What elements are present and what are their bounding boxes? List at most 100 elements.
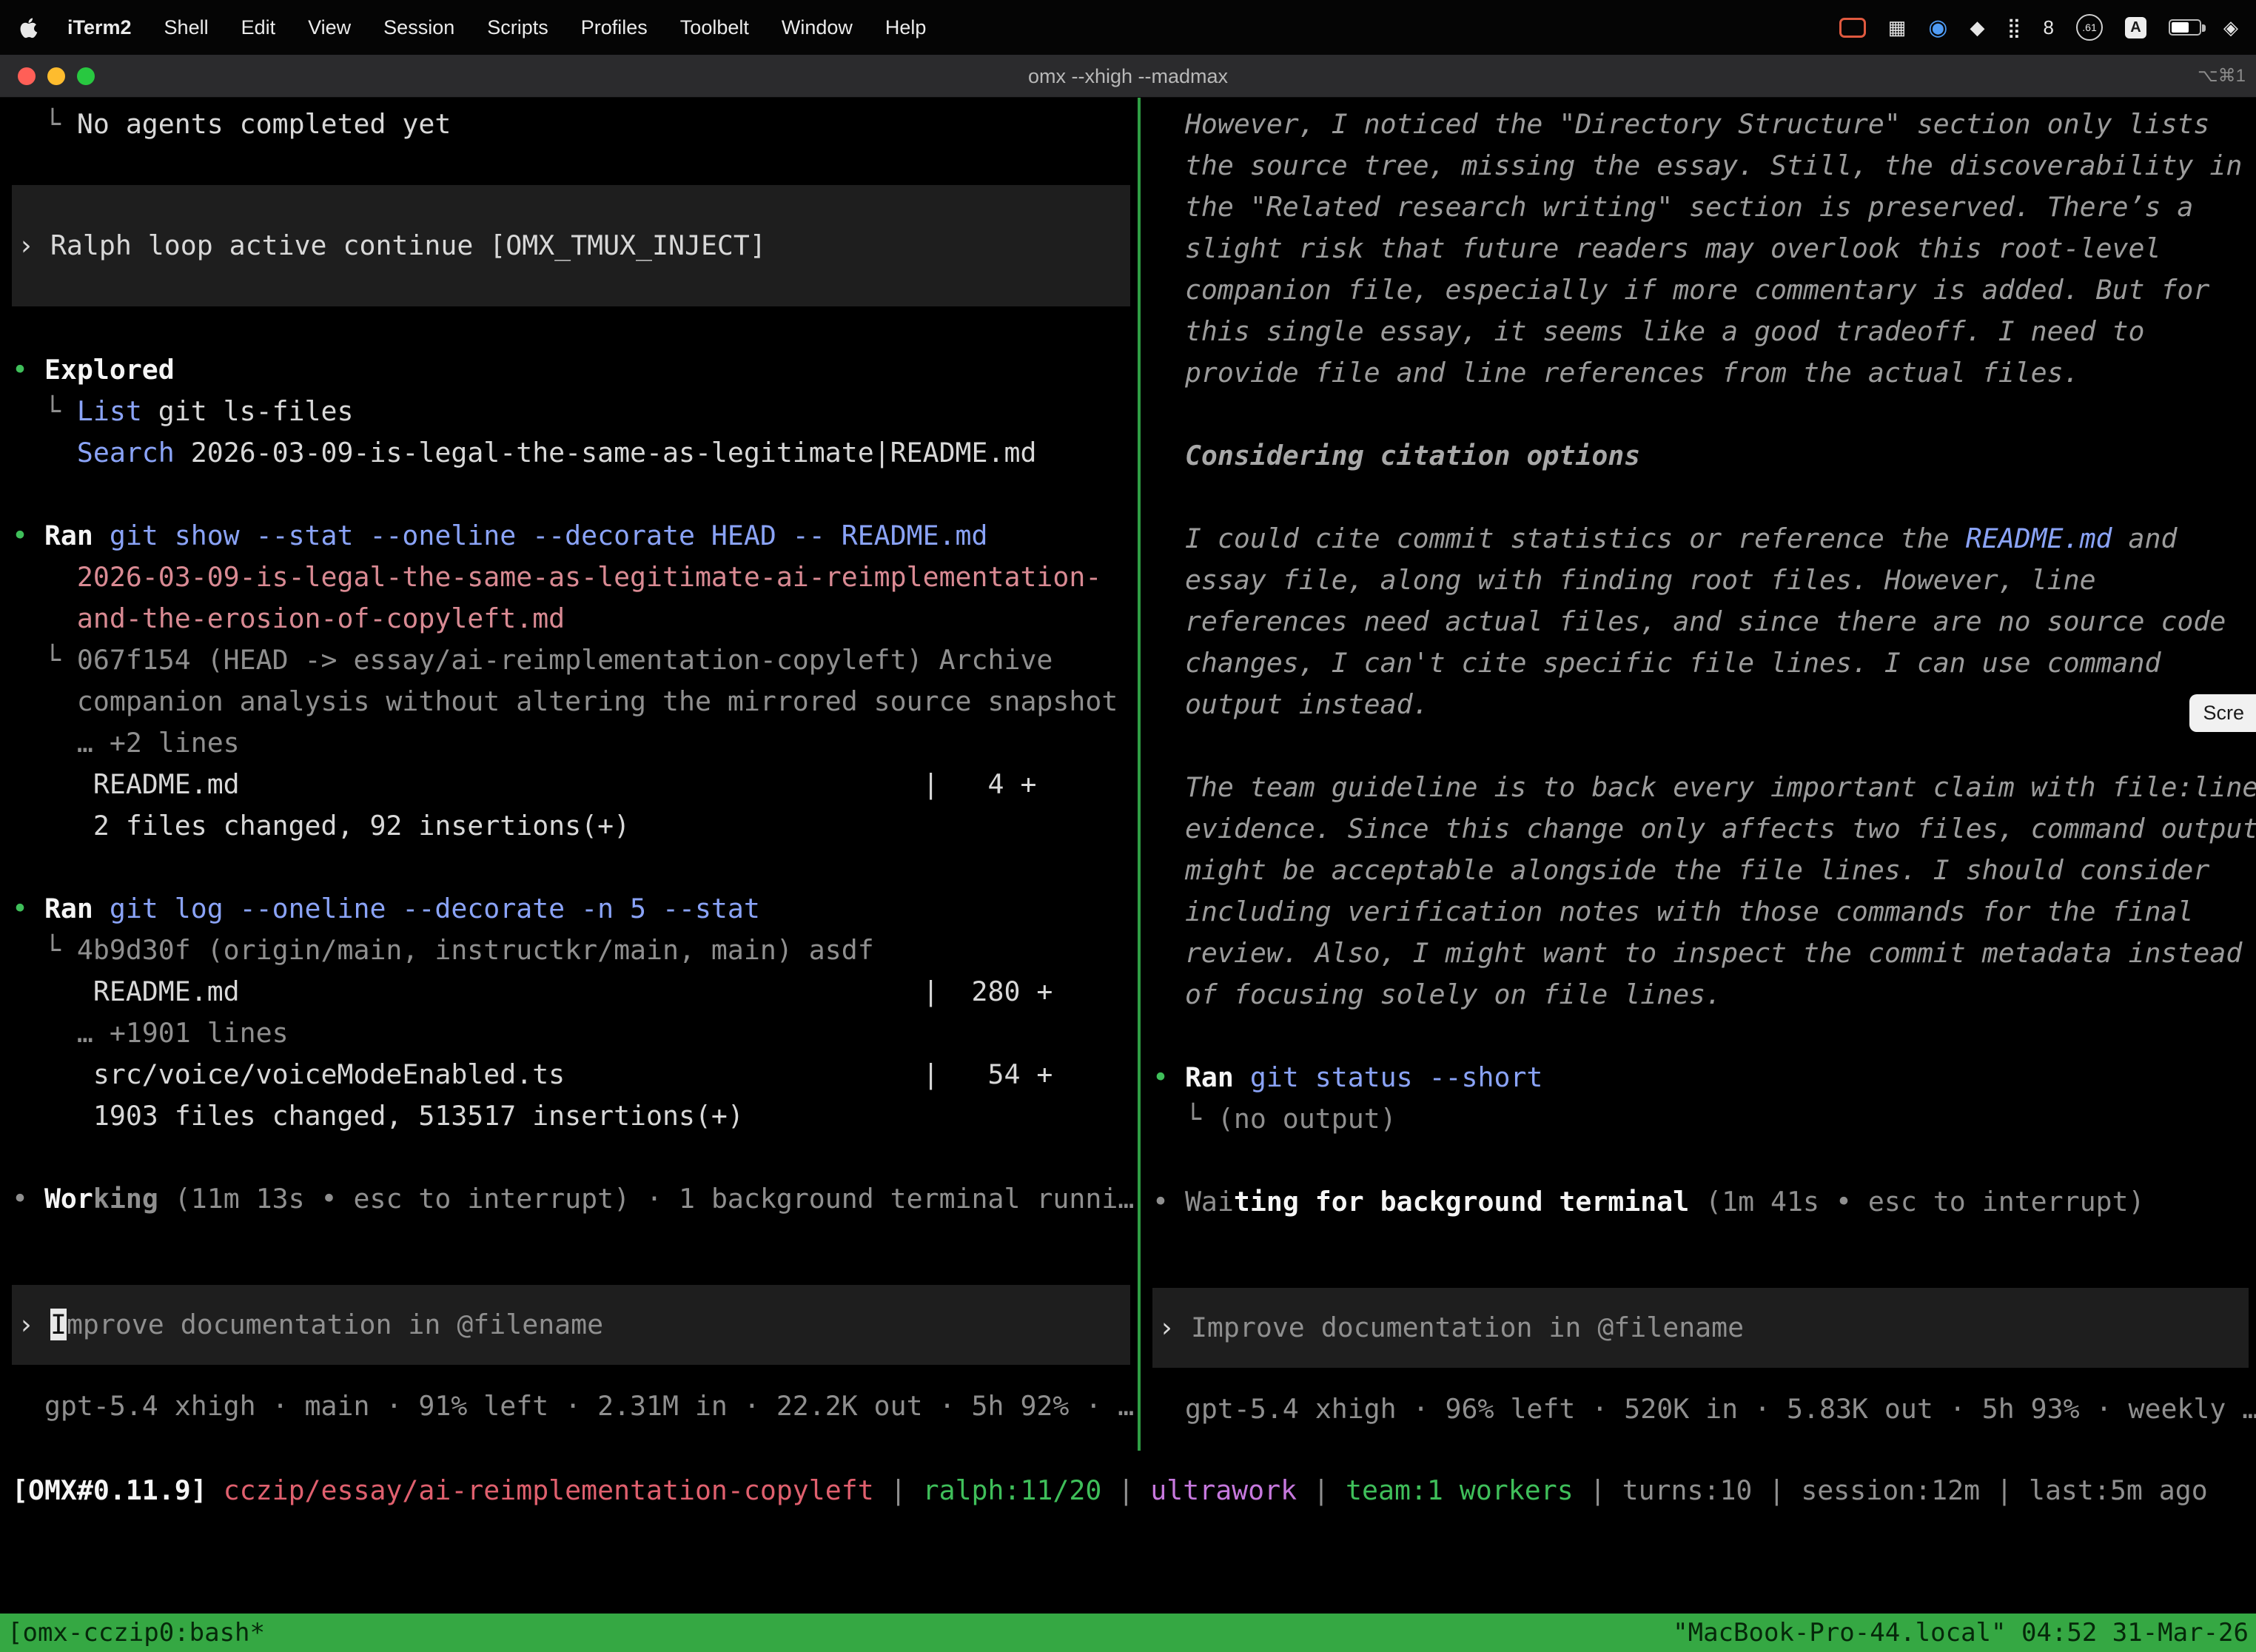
left-terminal-pane[interactable]: └ No agents completed yet › Ralph loop ac… <box>0 98 1138 1427</box>
terminal-line: 2026-03-09-is-legal-the-same-as-legitima… <box>0 557 1138 598</box>
terminal-line: └ (no output) <box>1141 1098 2256 1140</box>
menu-item-help[interactable]: Help <box>885 16 927 39</box>
battery-icon[interactable] <box>2169 19 2201 36</box>
close-window-button[interactable] <box>18 67 36 85</box>
terminal-line: › Ralph loop active continue [OMX_TMUX_I… <box>12 225 766 266</box>
terminal-line: companion file, especially if more comme… <box>1141 269 2256 311</box>
text-segment: essay file, along with finding root file… <box>1152 564 2096 596</box>
terminal-line: 2 files changed, 92 insertions(+) <box>0 805 1138 847</box>
menu-item-view[interactable]: View <box>308 16 351 39</box>
text-segment: No agents completed yet <box>77 108 451 140</box>
terminal-line: README.md | 280 + <box>0 971 1138 1013</box>
command-input[interactable]: › Improve documentation in @filename <box>12 1285 1130 1365</box>
dots-grid-icon[interactable]: ⣿ <box>2007 16 2021 39</box>
menu-item-scripts[interactable]: Scripts <box>487 16 548 39</box>
blank-line <box>1141 725 2256 767</box>
input-source-icon[interactable]: A <box>2125 17 2146 38</box>
blank-line <box>1141 394 2256 435</box>
text-segment: • <box>1152 1186 1185 1218</box>
text-segment: List <box>77 395 142 427</box>
text-segment: ultrawork <box>1150 1474 1297 1506</box>
text-segment: 4b9d30f (origin/main, instructkr/main, m… <box>77 934 874 966</box>
text-segment: … +2 lines <box>12 727 240 759</box>
menu-item-session[interactable]: Session <box>383 16 454 39</box>
screen-overlay-tab[interactable]: Scre <box>2189 694 2256 732</box>
terminal-line: evidence. Since this change only affects… <box>1141 808 2256 850</box>
terminal-line: • Working (11m 13s • esc to interrupt) ·… <box>0 1178 1138 1220</box>
text-segment: › <box>18 229 50 261</box>
keyboard-layout-icon[interactable]: 8 <box>2044 16 2054 39</box>
text-segment: 2 files changed, 92 insertions(+) <box>12 810 630 842</box>
menu-item-shell[interactable]: Shell <box>164 16 209 39</box>
terminal-line: the "Related research writing" section i… <box>1141 187 2256 228</box>
screen: iTerm2 Shell Edit View Session Scripts Profile… <box>0 0 2256 1652</box>
terminal-line: └ List git ls-files <box>0 391 1138 432</box>
battery-gauge-icon[interactable]: .61 <box>2076 14 2103 41</box>
text-segment: | <box>1297 1474 1346 1506</box>
terminal-line: … +2 lines <box>0 722 1138 764</box>
terminal-line: └ 067f154 (HEAD -> essay/ai-reimplementa… <box>0 639 1138 681</box>
text-segment: slight risk that future readers may over… <box>1152 232 2161 264</box>
zoom-window-button[interactable] <box>77 67 95 85</box>
right-terminal-pane[interactable]: However, I noticed the "Directory Struct… <box>1141 98 2256 1430</box>
text-segment: git status --short <box>1250 1061 1543 1093</box>
screen-recording-indicator[interactable] <box>1839 18 1866 38</box>
blue-app-icon[interactable]: ◉ <box>1928 15 1947 41</box>
terminal-line: └ No agents completed yet <box>0 104 1138 145</box>
menu-items: iTerm2 Shell Edit View Session Scripts Profile… <box>67 16 926 39</box>
menu-item-edit[interactable]: Edit <box>241 16 276 39</box>
text-segment: › <box>18 1309 50 1340</box>
text-segment: companion file, especially if more comme… <box>1152 274 2209 306</box>
text-segment: • <box>12 354 44 386</box>
text-segment: | <box>1101 1474 1150 1506</box>
window-grid-icon[interactable]: ▦ <box>1888 16 1907 39</box>
terminal-line: output instead. <box>1141 684 2256 725</box>
text-segment: review. Also, I might want to inspect th… <box>1152 937 2242 969</box>
terminal-line: review. Also, I might want to inspect th… <box>1141 933 2256 974</box>
menu-status-icons: ▦ ◉ ◆ ⣿ 8 .61 A ◈ <box>1839 14 2238 41</box>
text-segment: └ <box>12 395 77 427</box>
text-segment: Explored <box>44 354 175 386</box>
text-segment: changes, I can't cite specific file line… <box>1152 647 2161 679</box>
ralph-loop-banner: › Ralph loop active continue [OMX_TMUX_I… <box>12 185 1130 306</box>
terminal-line: 1903 files changed, 513517 insertions(+) <box>0 1095 1138 1137</box>
omx-status-line: [OMX#0.11.9] cczip/essay/ai-reimplementa… <box>0 1470 2256 1511</box>
terminal-line: of focusing solely on file lines. <box>1141 974 2256 1015</box>
menu-item-toolbelt[interactable]: Toolbelt <box>680 16 749 39</box>
text-segment: turns:10 | session:12m | last:5m ago <box>1622 1474 2208 1506</box>
menu-item-iterm2[interactable]: iTerm2 <box>67 16 132 39</box>
minimize-window-button[interactable] <box>47 67 65 85</box>
command-input[interactable]: › Improve documentation in @filename <box>1152 1288 2249 1368</box>
diamond-app-icon[interactable]: ◆ <box>1970 16 1984 39</box>
tmux-host-time-label: "MacBook-Pro-44.local" 04:52 31-Mar-26 <box>1673 1618 2249 1648</box>
text-segment: and-the-erosion-of-copyleft.md <box>12 602 565 634</box>
text-segment: this single essay, it seems like a good … <box>1152 315 2144 347</box>
text-segment: Ran <box>1185 1061 1250 1093</box>
session-stats-line: gpt-5.4 xhigh · 96% left · 520K in · 5.8… <box>1141 1389 2256 1430</box>
text-segment: ralph:11/20 <box>923 1474 1102 1506</box>
text-segment: | <box>874 1474 923 1506</box>
text-segment: I could cite commit statistics or refere… <box>1152 523 1966 554</box>
text-segment: [OMX#0.11.9] <box>12 1474 224 1506</box>
text-segment: gpt-5.4 xhigh · 96% left · 520K in · 5.8… <box>1152 1393 2256 1425</box>
text-segment: Ran <box>44 893 110 924</box>
text-segment: gpt-5.4 xhigh · main · 91% left · 2.31M … <box>12 1390 1134 1422</box>
menu-extra-icon[interactable]: ◈ <box>2223 16 2238 39</box>
terminal-line: • Ran git log --oneline --decorate -n 5 … <box>0 888 1138 930</box>
text-segment: evidence. Since this change only affects… <box>1152 813 2256 845</box>
terminal-line: • Ran git status --short <box>1141 1057 2256 1098</box>
terminal-line: essay file, along with finding root file… <box>1141 560 2256 601</box>
blank-line <box>1141 477 2256 518</box>
terminal-line: The team guideline is to back every impo… <box>1141 767 2256 808</box>
window-title-bar[interactable]: omx --xhigh --madmax ⌥⌘1 <box>0 55 2256 98</box>
apple-logo-icon[interactable] <box>18 16 38 39</box>
menu-item-window[interactable]: Window <box>782 16 853 39</box>
menu-item-profiles[interactable]: Profiles <box>581 16 648 39</box>
tmux-status-bar: [omx-cczip0:bash* "MacBook-Pro-44.local"… <box>0 1614 2256 1652</box>
text-segment: 067f154 (HEAD -> essay/ai-reimplementati… <box>77 644 1053 676</box>
text-segment: └ <box>12 934 77 966</box>
text-segment: provide file and line references from th… <box>1152 357 2080 389</box>
text-segment: the "Related research writing" section i… <box>1152 191 2193 223</box>
text-segment: • <box>12 1183 44 1215</box>
text-segment: 1903 files changed, 513517 insertions(+) <box>12 1100 744 1132</box>
